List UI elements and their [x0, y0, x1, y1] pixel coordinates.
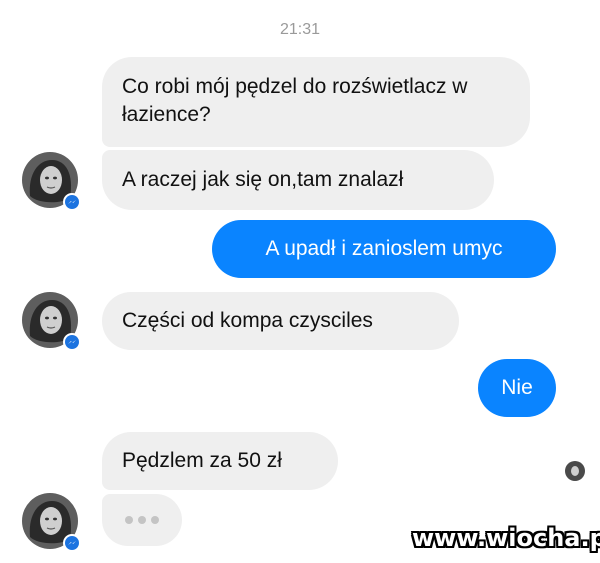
messenger-icon: [65, 335, 79, 349]
messenger-icon: [65, 195, 79, 209]
contact-avatar[interactable]: [22, 152, 81, 211]
contact-avatar[interactable]: [22, 292, 81, 351]
messenger-badge: [63, 534, 81, 552]
watermark: www.wiocha.pl: [412, 524, 600, 552]
contact-avatar[interactable]: [22, 493, 81, 552]
outgoing-message-bubble[interactable]: Nie: [478, 359, 556, 417]
incoming-message-bubble[interactable]: A raczej jak się on,tam znalazł: [102, 150, 494, 210]
message-timestamp: 21:31: [279, 21, 321, 38]
typing-dot: [151, 516, 159, 524]
outgoing-message-bubble[interactable]: A upadł i zanioslem umyc: [212, 220, 556, 278]
messenger-badge: [63, 333, 81, 351]
typing-dot: [138, 516, 146, 524]
typing-indicator: [102, 494, 182, 546]
incoming-message-bubble[interactable]: Części od kompa czysciles: [102, 292, 459, 350]
messenger-badge: [63, 193, 81, 211]
messenger-icon: [65, 536, 79, 550]
read-receipt-avatar: [565, 461, 585, 481]
typing-dot: [125, 516, 133, 524]
read-receipt-icon: [565, 461, 585, 481]
incoming-message-bubble[interactable]: Pędzlem za 50 zł: [102, 432, 338, 490]
incoming-message-bubble[interactable]: Co robi mój pędzel do rozświetlacz w łaz…: [102, 57, 530, 147]
